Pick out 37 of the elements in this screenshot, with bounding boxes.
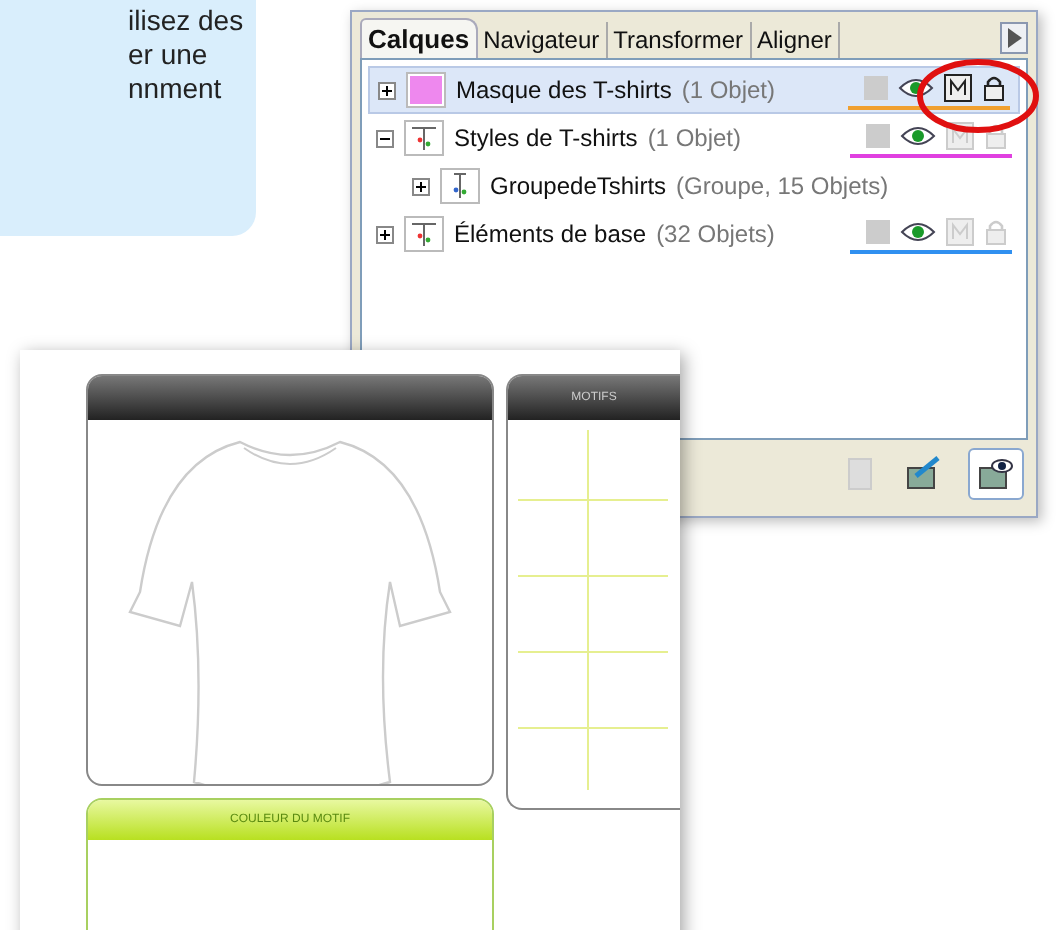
eye-icon <box>976 456 1016 492</box>
layer-row[interactable]: GroupedeTshirts (Groupe, 15 Objets) <box>368 162 1020 210</box>
layer-count: (32 Objets) <box>656 220 775 248</box>
layer-thumbnail <box>404 120 444 156</box>
panel-tab[interactable]: Transformer <box>607 22 752 58</box>
note-text: nnment <box>128 72 224 106</box>
expand-icon[interactable] <box>412 177 430 195</box>
layer-name: Styles de T-shirts <box>454 124 638 152</box>
layer-view-button[interactable] <box>968 448 1024 500</box>
lock-icon[interactable] <box>982 74 1006 102</box>
eye-icon[interactable] <box>900 220 936 244</box>
note-text: er une <box>128 38 210 72</box>
layer-count: (Groupe, 15 Objets) <box>676 172 889 200</box>
layer-name: Masque des T-shirts <box>456 76 672 104</box>
eye-icon[interactable] <box>900 124 936 148</box>
panel-tab[interactable]: Aligner <box>751 22 840 58</box>
expand-icon[interactable] <box>376 225 394 243</box>
page-icon <box>848 458 872 490</box>
eye-icon[interactable] <box>898 76 934 100</box>
layer-row[interactable]: Styles de T-shirts (1 Objet) <box>368 114 1020 162</box>
m-icon[interactable] <box>944 74 972 102</box>
note-text: ilisez des <box>128 4 246 38</box>
layer-name: GroupedeTshirts <box>490 172 667 200</box>
expand-icon[interactable] <box>376 129 394 147</box>
layer-row[interactable]: Éléments de base (32 Objets) <box>368 210 1020 258</box>
layer-thumbnail <box>404 216 444 252</box>
panel-tab[interactable]: Calques <box>360 18 478 58</box>
group-thumbnail <box>440 168 480 204</box>
panel-menu-icon[interactable] <box>1000 22 1028 54</box>
swatch-thumbnail <box>406 72 446 108</box>
highlight-circle <box>916 56 1040 136</box>
layer-count: (1 Objet) <box>681 76 776 104</box>
layer-row[interactable]: Masque des T-shirts (1 Objet) <box>368 66 1020 114</box>
layer-count: (1 Objet) <box>647 124 741 152</box>
expand-icon[interactable] <box>378 81 396 99</box>
pen-icon <box>904 456 944 492</box>
layer-name: Éléments de base <box>454 220 647 248</box>
